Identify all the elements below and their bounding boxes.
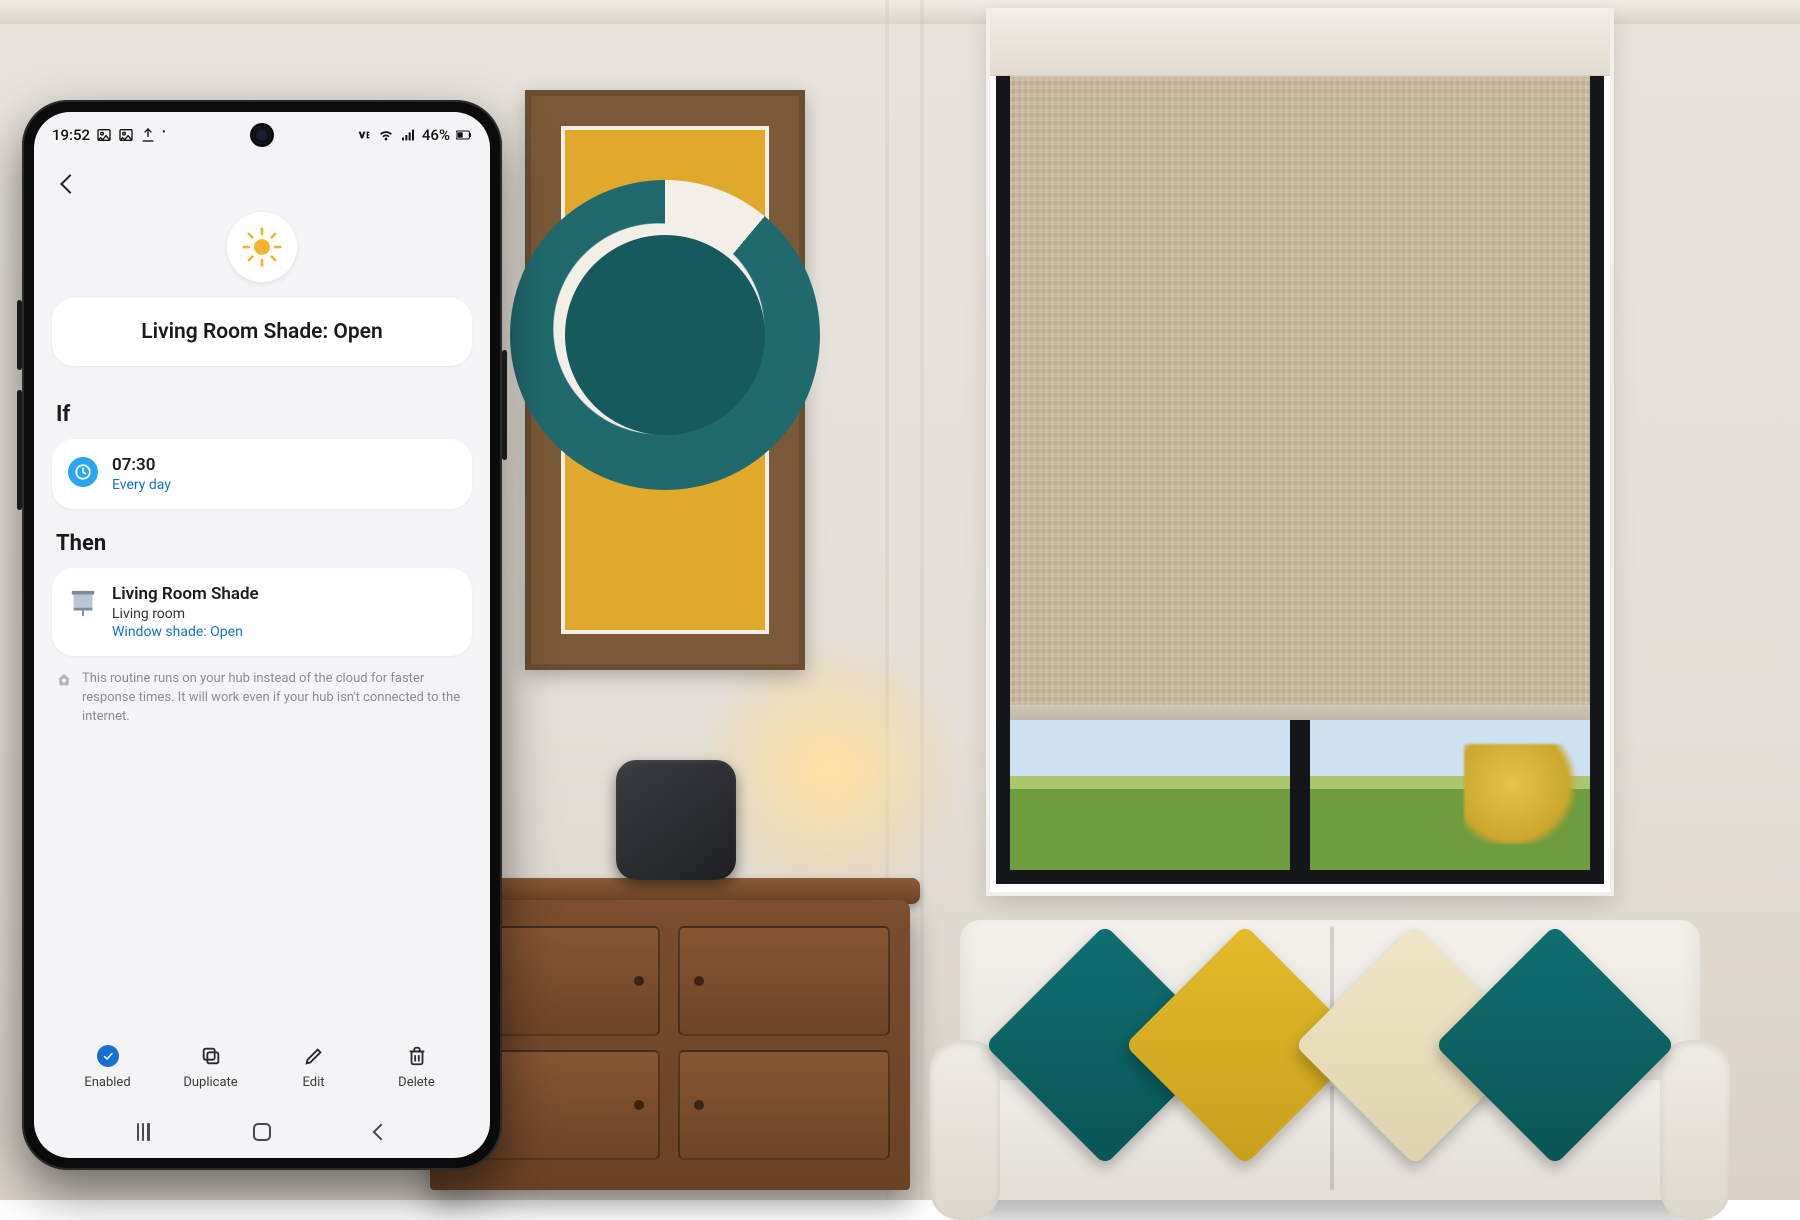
hub-info-text: This routine runs on your hub instead of…: [82, 670, 468, 727]
delete-label: Delete: [398, 1075, 435, 1090]
if-condition-card[interactable]: 07:30 Every day: [52, 439, 472, 509]
then-device: Living Room Shade: [112, 584, 259, 604]
then-section-label: Then: [52, 509, 472, 568]
recents-button[interactable]: [129, 1118, 157, 1146]
drawer: [678, 1050, 890, 1160]
phone-side-button: [17, 300, 22, 370]
chevron-left-icon: [60, 174, 80, 194]
window-frame: [996, 76, 1010, 884]
routine-icon-badge[interactable]: [227, 212, 297, 282]
android-nav-bar: [34, 1106, 490, 1158]
app-body: Living Room Shade: Open If 07:30 Every d…: [34, 158, 490, 1106]
lamp-glow: [700, 640, 960, 900]
window-shade-fabric: [996, 76, 1604, 706]
routine-title: Living Room Shade: Open: [141, 320, 382, 344]
sun-icon: [241, 226, 283, 268]
if-time: 07:30: [112, 455, 171, 475]
home-hub-icon: [56, 672, 72, 688]
window-mullion: [1290, 720, 1310, 884]
pencil-icon: [301, 1043, 327, 1069]
then-room: Living room: [112, 606, 259, 622]
window: [990, 12, 1610, 892]
routine-title-card[interactable]: Living Room Shade: Open: [52, 298, 472, 366]
image-icon: [118, 127, 134, 143]
edit-label: Edit: [302, 1075, 324, 1090]
camera-hole: [253, 126, 271, 144]
drawer: [678, 926, 890, 1036]
shade-cassette: [990, 12, 1610, 76]
signal-icon: [400, 127, 416, 143]
home-button[interactable]: [248, 1118, 276, 1146]
delete-button[interactable]: Delete: [377, 1043, 457, 1090]
upload-icon: [140, 127, 156, 143]
phone-side-button: [17, 390, 22, 510]
enabled-toggle[interactable]: Enabled: [68, 1043, 148, 1090]
clock-icon: [68, 457, 98, 487]
wall-art-frame: [525, 90, 805, 670]
phone-side-button: [502, 350, 507, 460]
window-frame: [996, 870, 1604, 884]
wall-panel-line: [920, 0, 924, 1200]
image-icon: [96, 127, 112, 143]
wifi-icon: [378, 127, 394, 143]
battery-text: 46%: [422, 126, 450, 144]
trash-icon: [404, 1043, 430, 1069]
duplicate-icon: [198, 1043, 224, 1069]
back-button[interactable]: [52, 166, 88, 202]
status-time: 19:52: [52, 126, 90, 144]
volte-icon: [356, 127, 372, 143]
duplicate-button[interactable]: Duplicate: [171, 1043, 251, 1090]
bottom-actions: Enabled Duplicate Edit: [52, 1033, 472, 1096]
enabled-label: Enabled: [84, 1075, 130, 1090]
back-nav-button[interactable]: [367, 1118, 395, 1146]
if-repeat: Every day: [112, 477, 171, 493]
battery-icon: [456, 127, 472, 143]
tree: [1464, 744, 1584, 844]
phone-frame: 19:52 • 46%: [22, 100, 502, 1170]
smart-hub-device: [616, 760, 736, 880]
shade-bottom-bar: [996, 706, 1604, 720]
hub-info-note: This routine runs on your hub instead of…: [52, 656, 472, 727]
check-circle-icon: [97, 1045, 119, 1067]
sofa: [960, 920, 1700, 1220]
window-shade-icon: [68, 588, 98, 618]
phone-screen: 19:52 • 46%: [34, 112, 490, 1158]
then-action-card[interactable]: Living Room Shade Living room Window sha…: [52, 568, 472, 656]
window-frame: [1590, 76, 1604, 884]
then-action: Window shade: Open: [112, 624, 259, 640]
if-section-label: If: [52, 380, 472, 439]
more-notifications-icon: •: [162, 127, 168, 138]
edit-button[interactable]: Edit: [274, 1043, 354, 1090]
duplicate-label: Duplicate: [183, 1075, 237, 1090]
